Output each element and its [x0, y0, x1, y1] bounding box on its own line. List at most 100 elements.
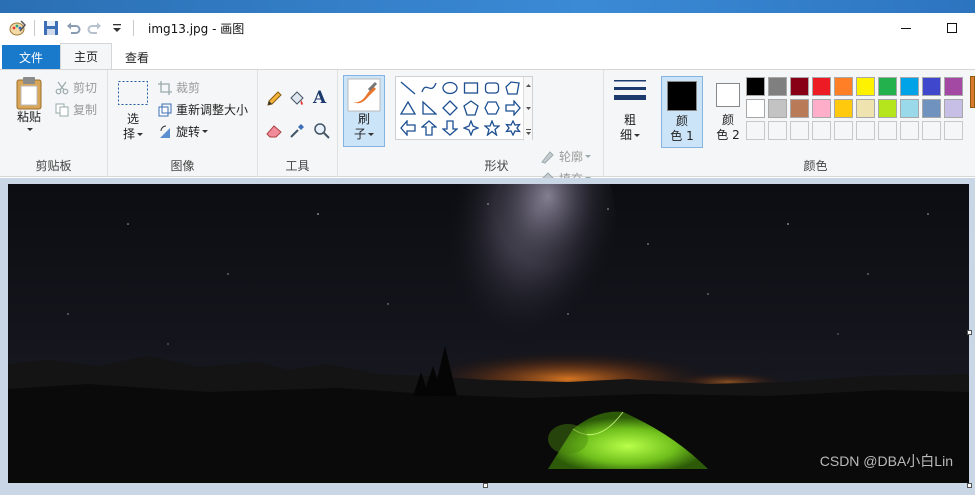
palette-swatch[interactable]	[746, 77, 765, 96]
right-triangle-shape-icon[interactable]	[419, 98, 439, 118]
pencil-icon[interactable]	[265, 90, 283, 111]
paste-dropdown-arrow	[27, 128, 33, 131]
canvas-image[interactable]: CSDN @DBA小白Lin	[8, 184, 969, 483]
palette-swatch[interactable]	[790, 99, 809, 118]
palette-swatch[interactable]	[900, 99, 919, 118]
palette-swatch[interactable]	[878, 99, 897, 118]
color-picker-icon[interactable]	[288, 122, 306, 143]
palette-swatch[interactable]	[834, 99, 853, 118]
resize-button[interactable]: 重新调整大小	[158, 101, 248, 118]
cut-button[interactable]: 剪切	[55, 79, 97, 96]
ribbon: 粘贴 剪切 复制 剪贴板 选 择 裁剪 重新调整大小 旋转 图像 A 工具 刷 …	[0, 69, 975, 186]
up-arrow-shape-icon[interactable]	[419, 118, 439, 138]
color1-label-2: 色 1	[670, 129, 694, 143]
hexagon-shape-icon[interactable]	[482, 98, 502, 118]
paint-app-icon[interactable]	[8, 18, 28, 38]
four-point-star-shape-icon[interactable]	[461, 118, 481, 138]
rotate-button[interactable]: 旋转	[158, 123, 209, 140]
custom-color-slot[interactable]	[746, 121, 765, 140]
custom-color-slot[interactable]	[768, 121, 787, 140]
color2-label-1: 颜	[721, 113, 734, 127]
text-tool-icon[interactable]: A	[313, 88, 326, 108]
shapes-gallery-scrollbar[interactable]	[523, 77, 532, 141]
magnifier-icon[interactable]	[313, 122, 331, 143]
size-label-2-wrap: 细	[620, 128, 640, 143]
size-label-1: 粗	[623, 113, 636, 127]
color-palette	[746, 77, 974, 141]
palette-swatch[interactable]	[944, 99, 963, 118]
custom-color-slot[interactable]	[856, 121, 875, 140]
triangle-shape-icon[interactable]	[398, 98, 418, 118]
line-shape-icon[interactable]	[398, 78, 418, 98]
edit-colors-icon[interactable]	[970, 76, 975, 108]
five-point-star-shape-icon[interactable]	[482, 118, 502, 138]
six-point-star-shape-icon[interactable]	[503, 118, 523, 138]
select-button[interactable]: 选 择	[116, 80, 150, 142]
tab-home[interactable]: 主页	[60, 43, 113, 69]
polygon-shape-icon[interactable]	[503, 78, 523, 98]
paste-button[interactable]: 粘贴	[10, 76, 48, 131]
minimize-button[interactable]	[883, 13, 929, 43]
palette-swatch[interactable]	[746, 99, 765, 118]
palette-swatch[interactable]	[834, 77, 853, 96]
color2-button[interactable]: 颜 色 2	[707, 76, 749, 148]
rectangle-shape-icon[interactable]	[461, 78, 481, 98]
custom-color-slot[interactable]	[922, 121, 941, 140]
undo-icon[interactable]	[63, 18, 83, 38]
custom-color-slot[interactable]	[878, 121, 897, 140]
palette-swatch[interactable]	[768, 99, 787, 118]
palette-swatch[interactable]	[790, 77, 809, 96]
palette-swatch[interactable]	[944, 77, 963, 96]
palette-swatch[interactable]	[768, 77, 787, 96]
resize-handle-right[interactable]	[967, 330, 972, 335]
rounded-rectangle-shape-icon[interactable]	[482, 78, 502, 98]
palette-swatch[interactable]	[922, 77, 941, 96]
customize-quick-access-icon[interactable]	[107, 18, 127, 38]
color2-label-2: 色 2	[716, 128, 740, 142]
brush-icon	[347, 78, 381, 112]
select-label-1: 选	[126, 112, 139, 126]
diamond-shape-icon[interactable]	[440, 98, 460, 118]
palette-swatch[interactable]	[900, 77, 919, 96]
custom-color-slot[interactable]	[834, 121, 853, 140]
brushes-label-2: 子	[353, 127, 366, 141]
maximize-button[interactable]	[929, 13, 975, 43]
resize-handle-bottom[interactable]	[483, 483, 488, 488]
palette-swatch[interactable]	[856, 99, 875, 118]
cut-label: 剪切	[73, 81, 98, 95]
colors-group-label: 颜色	[803, 159, 828, 173]
curve-shape-icon[interactable]	[419, 78, 439, 98]
palette-swatch[interactable]	[856, 77, 875, 96]
paste-icon	[16, 77, 42, 110]
size-button[interactable]: 粗 细	[609, 78, 651, 143]
tab-file[interactable]: 文件	[2, 45, 60, 69]
crop-button[interactable]: 裁剪	[158, 79, 200, 96]
palette-swatch[interactable]	[878, 77, 897, 96]
copy-button[interactable]: 复制	[55, 101, 97, 118]
title-separator	[133, 20, 134, 36]
custom-color-slot[interactable]	[944, 121, 963, 140]
custom-color-slot[interactable]	[900, 121, 919, 140]
size-group: 粗 细	[604, 70, 656, 177]
tab-view[interactable]: 查看	[112, 45, 162, 69]
palette-swatch[interactable]	[812, 99, 831, 118]
oval-shape-icon[interactable]	[440, 78, 460, 98]
fill-bucket-icon[interactable]	[288, 90, 306, 111]
eraser-icon[interactable]	[265, 122, 283, 143]
pentagon-shape-icon[interactable]	[461, 98, 481, 118]
save-icon[interactable]	[41, 18, 61, 38]
resize-label: 重新调整大小	[176, 103, 249, 117]
quick-access-toolbar: img13.jpg - 画图	[0, 13, 244, 43]
palette-swatch[interactable]	[812, 77, 831, 96]
left-arrow-shape-icon[interactable]	[398, 118, 418, 138]
resize-handle-corner[interactable]	[967, 483, 972, 488]
right-arrow-shape-icon[interactable]	[503, 98, 523, 118]
outline-button[interactable]: 轮廓	[540, 148, 592, 165]
down-arrow-shape-icon[interactable]	[440, 118, 460, 138]
redo-icon[interactable]	[85, 18, 105, 38]
color1-button[interactable]: 颜 色 1	[661, 76, 703, 148]
custom-color-slot[interactable]	[790, 121, 809, 140]
custom-color-slot[interactable]	[812, 121, 831, 140]
brushes-button[interactable]: 刷 子	[343, 75, 385, 147]
palette-swatch[interactable]	[922, 99, 941, 118]
